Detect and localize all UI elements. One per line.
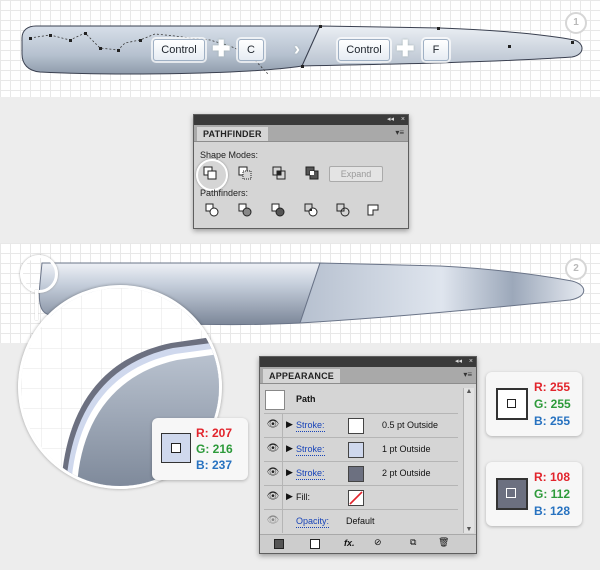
expand-triangle-icon[interactable]: ▶ [286, 467, 293, 478]
add-new-stroke-icon[interactable] [274, 539, 284, 549]
green-value: G: 112 [534, 487, 571, 501]
red-value: R: 108 [534, 470, 571, 484]
appearance-scrollbar[interactable]: ▲ ▼ [463, 388, 474, 533]
expand-button[interactable]: Expand [329, 166, 383, 182]
expand-triangle-icon[interactable]: ▶ [286, 491, 293, 502]
f-key: F [423, 39, 449, 61]
intersect-icon[interactable] [272, 166, 286, 180]
color-card-255-255-255: R: 255 G: 255 B: 255 [486, 372, 582, 436]
crop-icon[interactable] [304, 203, 318, 217]
pathfinder-titlebar[interactable]: ◂◂ × [194, 115, 408, 125]
stroke-value: 2 pt Outside [382, 468, 431, 478]
pathfinders-label: Pathfinders: [200, 188, 249, 198]
panel-menu-icon[interactable]: ▾≡ [395, 128, 404, 137]
plus-icon-2: ✚ [396, 36, 415, 61]
stroke-swatch[interactable] [348, 442, 364, 458]
expand-triangle-icon[interactable]: ▶ [286, 419, 293, 430]
fill-row[interactable]: 👁 ▶ Fill: [264, 485, 458, 509]
stroke-value: 1 pt Outside [382, 444, 431, 454]
visibility-eye-icon[interactable]: 👁 [264, 438, 283, 461]
pathfinder-tabbar: PATHFINDER ▾≡ [194, 125, 408, 142]
zoom-connector [35, 290, 38, 320]
stroke-row-1[interactable]: 👁 ▶ Stroke: 0.5 pt Outside [264, 413, 458, 437]
stroke-link[interactable]: Stroke: [296, 420, 325, 432]
scroll-down-icon[interactable]: ▼ [464, 526, 474, 533]
visibility-eye-icon[interactable]: 👁 [264, 486, 283, 509]
scroll-up-icon[interactable]: ▲ [464, 388, 474, 395]
color-card-108-112-128: R: 108 G: 112 B: 128 [486, 462, 582, 526]
stroke-link[interactable]: Stroke: [296, 444, 325, 456]
red-value: R: 255 [534, 380, 571, 394]
path-header-label: Path [296, 394, 316, 404]
arrow-right-icon: › [294, 39, 300, 59]
stroke-value: 0.5 pt Outside [382, 420, 439, 430]
fx-icon[interactable]: fx. [344, 538, 355, 548]
panel-menu-icon[interactable]: ▾≡ [463, 370, 472, 379]
pathfinder-panel: ◂◂ × PATHFINDER ▾≡ Shape Modes: Expand P… [193, 114, 409, 229]
visibility-eye-icon[interactable]: 👁 [264, 462, 283, 485]
knife-outline-illustration [21, 25, 583, 75]
no-fill-swatch-icon[interactable] [348, 490, 364, 506]
expand-triangle-icon[interactable]: ▶ [286, 443, 293, 454]
stroke-link[interactable]: Stroke: [296, 468, 325, 480]
appearance-titlebar[interactable]: ◂◂ × [260, 357, 476, 367]
outline-icon[interactable] [336, 203, 350, 217]
fill-label: Fill: [296, 492, 310, 502]
path-thumbnail [265, 390, 285, 410]
blue-value: B: 237 [196, 458, 233, 472]
minus-back-icon[interactable] [366, 203, 380, 217]
appearance-tabbar: APPEARANCE ▾≡ [260, 367, 476, 384]
minus-front-icon[interactable] [238, 166, 252, 180]
appearance-toolbar: fx. ⊘ ⧉ 🗑 [260, 534, 476, 553]
stroke-swatch[interactable] [348, 418, 364, 434]
exclude-icon[interactable] [305, 166, 319, 180]
merge-icon[interactable] [271, 203, 285, 217]
plus-icon-1: ✚ [212, 36, 231, 61]
color-swatch [161, 433, 191, 463]
color-swatch [496, 388, 528, 420]
add-new-fill-icon[interactable] [310, 539, 320, 549]
divide-icon[interactable] [205, 203, 219, 217]
visibility-eye-icon[interactable]: 👁 [264, 414, 283, 437]
stroke-swatch[interactable] [348, 466, 364, 482]
opacity-value: Default [346, 516, 375, 526]
tab-pathfinder[interactable]: PATHFINDER [197, 127, 268, 141]
clear-appearance-icon[interactable]: ⊘ [374, 537, 382, 548]
collapse-icon[interactable]: ◂◂ [387, 115, 394, 125]
delete-item-icon[interactable]: 🗑 [438, 537, 449, 548]
visibility-eye-icon[interactable]: 👁 [264, 510, 283, 533]
control-key-1: Control [153, 39, 205, 61]
zoom-source-circle [20, 255, 58, 293]
duplicate-item-icon[interactable]: ⧉ [410, 537, 416, 548]
blue-value: B: 128 [534, 504, 571, 518]
stroke-row-2[interactable]: 👁 ▶ Stroke: 1 pt Outside [264, 437, 458, 461]
tab-appearance[interactable]: APPEARANCE [263, 369, 341, 383]
red-value: R: 207 [196, 426, 233, 440]
path-header-row[interactable]: Path [264, 388, 458, 412]
blue-value: B: 255 [534, 414, 571, 428]
green-value: G: 255 [534, 397, 571, 411]
opacity-link[interactable]: Opacity: [296, 516, 330, 528]
stroke-row-3[interactable]: 👁 ▶ Stroke: 2 pt Outside [264, 461, 458, 485]
close-icon[interactable]: × [401, 115, 405, 125]
appearance-panel: ◂◂ × APPEARANCE ▾≡ Path 👁 ▶ Stroke: 0.5 … [259, 356, 477, 554]
close-icon[interactable]: × [469, 357, 473, 367]
control-key-2: Control [338, 39, 390, 61]
color-swatch [496, 478, 528, 510]
color-card-207-216-237: R: 207 G: 216 B: 237 [152, 418, 248, 480]
green-value: G: 216 [196, 442, 233, 456]
collapse-icon[interactable]: ◂◂ [455, 357, 462, 367]
trim-icon[interactable] [238, 203, 252, 217]
c-key: C [238, 39, 264, 61]
unite-icon[interactable] [203, 166, 217, 180]
opacity-row[interactable]: 👁 Opacity: Default [264, 509, 458, 533]
